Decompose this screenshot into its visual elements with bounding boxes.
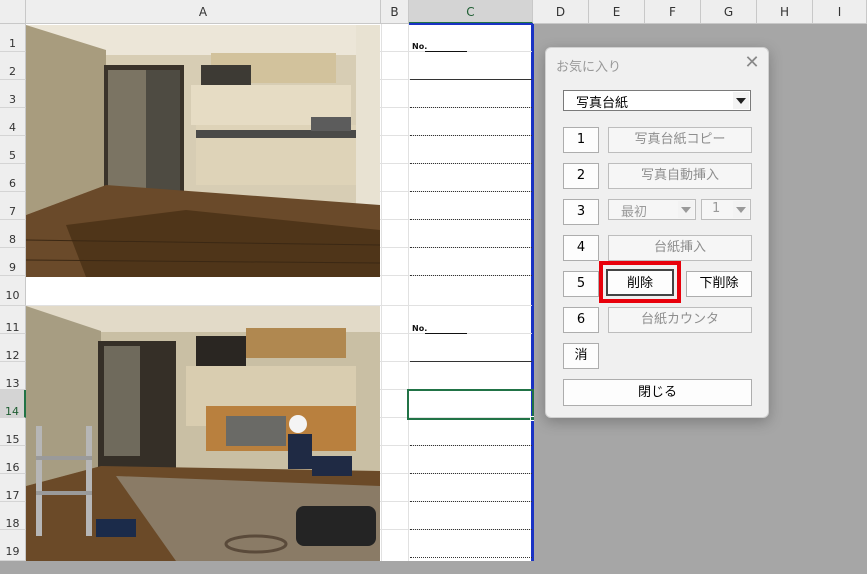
select-all-corner[interactable] bbox=[0, 0, 26, 24]
template-counter-button[interactable]: 台紙カウンタ bbox=[608, 307, 752, 333]
chevron-down-icon[interactable] bbox=[733, 92, 749, 109]
template-select[interactable]: 写真台紙 bbox=[563, 90, 751, 111]
step-4-button[interactable]: 4 bbox=[563, 235, 599, 261]
row-header-11[interactable]: 11 bbox=[0, 306, 26, 334]
position-select[interactable]: 最初 bbox=[608, 199, 696, 220]
dotted-line bbox=[410, 529, 532, 530]
dotted-line bbox=[410, 163, 532, 164]
row-header-3[interactable]: 3 bbox=[0, 80, 26, 108]
row-header-16[interactable]: 16 bbox=[0, 446, 26, 474]
row-header-17[interactable]: 17 bbox=[0, 474, 26, 502]
column-header-i[interactable]: I bbox=[813, 0, 867, 24]
insert-template-button[interactable]: 台紙挿入 bbox=[608, 235, 752, 261]
dotted-line bbox=[410, 135, 532, 136]
chevron-down-icon[interactable] bbox=[678, 201, 694, 218]
row-line bbox=[26, 276, 532, 306]
photo-number-underline bbox=[425, 51, 467, 52]
dotted-line bbox=[410, 445, 532, 446]
row-header-6[interactable]: 6 bbox=[0, 164, 26, 192]
column-header-c[interactable]: C bbox=[409, 0, 533, 24]
photo-number-label: No. bbox=[412, 324, 428, 333]
column-header-a[interactable]: A bbox=[26, 0, 381, 24]
row-header-2[interactable]: 2 bbox=[0, 52, 26, 80]
close-icon[interactable]: ✕ bbox=[744, 52, 760, 73]
column-header-d[interactable]: D bbox=[533, 0, 589, 24]
column-header-g[interactable]: G bbox=[701, 0, 757, 24]
row-header-14[interactable]: 14 bbox=[0, 390, 26, 418]
delete-below-button[interactable]: 下削除 bbox=[686, 271, 752, 297]
row-header-5[interactable]: 5 bbox=[0, 136, 26, 164]
column-header-h[interactable]: H bbox=[757, 0, 813, 24]
step-2-button[interactable]: 2 bbox=[563, 163, 599, 189]
dotted-line bbox=[410, 107, 532, 108]
column-header-f[interactable]: F bbox=[645, 0, 701, 24]
kitchen-photo[interactable] bbox=[26, 25, 380, 277]
auto-insert-photos-button[interactable]: 写真自動挿入 bbox=[608, 163, 752, 189]
column-header-e[interactable]: E bbox=[589, 0, 645, 24]
dialog-title: お気に入り bbox=[556, 60, 622, 75]
row-header-9[interactable]: 9 bbox=[0, 248, 26, 276]
row-header-7[interactable]: 7 bbox=[0, 192, 26, 220]
count-select-value: 1 bbox=[712, 201, 721, 216]
dotted-line bbox=[410, 219, 532, 220]
step-6-button[interactable]: 6 bbox=[563, 307, 599, 333]
row-header-8[interactable]: 8 bbox=[0, 220, 26, 248]
step-5-button[interactable]: 5 bbox=[563, 271, 599, 297]
delete-button[interactable]: 削除 bbox=[606, 269, 674, 296]
step-1-button[interactable]: 1 bbox=[563, 127, 599, 153]
clear-button[interactable]: 消 bbox=[563, 343, 599, 369]
step-3-button[interactable]: 3 bbox=[563, 199, 599, 225]
photo-number-label: No. bbox=[412, 42, 428, 51]
row-header-19[interactable]: 19 bbox=[0, 530, 26, 561]
row-header-4[interactable]: 4 bbox=[0, 108, 26, 136]
cell-c-underline bbox=[410, 361, 532, 362]
dotted-line bbox=[410, 557, 532, 558]
photo-number-underline bbox=[425, 333, 467, 334]
row-header-13[interactable]: 13 bbox=[0, 362, 26, 390]
dotted-line bbox=[410, 501, 532, 502]
row-header-18[interactable]: 18 bbox=[0, 502, 26, 530]
row-header-15[interactable]: 15 bbox=[0, 418, 26, 446]
cell-c-underline bbox=[410, 79, 532, 80]
renovation-photo[interactable] bbox=[26, 306, 380, 561]
dotted-line bbox=[410, 191, 532, 192]
copy-template-button[interactable]: 写真台紙コピー bbox=[608, 127, 752, 153]
kitchen-photo-image bbox=[26, 25, 380, 277]
template-select-value: 写真台紙 bbox=[576, 96, 629, 111]
chevron-down-icon[interactable] bbox=[733, 201, 749, 218]
column-header-b[interactable]: B bbox=[381, 0, 409, 24]
close-dialog-button[interactable]: 閉じる bbox=[563, 379, 752, 406]
row-header-12[interactable]: 12 bbox=[0, 334, 26, 362]
dotted-line bbox=[410, 247, 532, 248]
renovation-photo-image bbox=[26, 306, 380, 561]
active-cell[interactable] bbox=[407, 389, 534, 420]
favorites-dialog: お気に入り ✕ 写真台紙 1 写真台紙コピー 2 写真自動挿入 3 最初 1 4… bbox=[545, 47, 769, 418]
dotted-line bbox=[410, 473, 532, 474]
row-header-10[interactable]: 10 bbox=[0, 276, 26, 306]
count-select[interactable]: 1 bbox=[701, 199, 751, 220]
position-select-value: 最初 bbox=[621, 205, 648, 220]
dotted-line bbox=[410, 275, 532, 276]
row-header-1[interactable]: 1 bbox=[0, 24, 26, 52]
